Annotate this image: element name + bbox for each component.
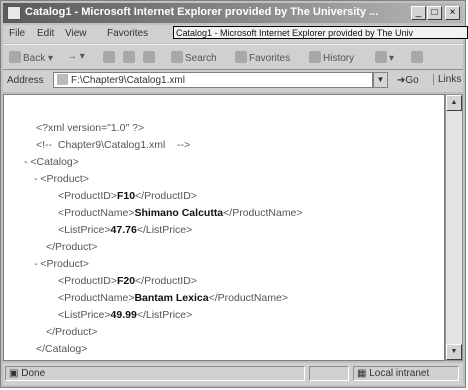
history-icon: [309, 51, 321, 63]
xml-file-icon: [57, 74, 68, 85]
scroll-up-button[interactable]: ▲: [446, 95, 462, 111]
product-name-value: Bantam Lexica: [134, 292, 209, 304]
product-name-element: <ProductName>Shimano Calcutta</ProductNa…: [58, 207, 303, 219]
print-icon: [411, 51, 423, 63]
history-button[interactable]: History: [309, 51, 354, 64]
links-button[interactable]: Links: [433, 74, 461, 85]
list-price-value: 47.76: [110, 224, 137, 236]
maximize-button[interactable]: □: [427, 6, 442, 20]
refresh-icon: [123, 51, 135, 63]
status-text-panel: ▣ Done: [5, 366, 305, 381]
xml-declaration: <?xml version="1.0" ?>: [36, 122, 145, 134]
document-view: <?xml version="1.0" ?> <!-- Chapter9\Cat…: [3, 94, 445, 361]
print-button[interactable]: [411, 51, 425, 64]
standard-toolbar: Back ▾ → ▾ Search Favorites History ▾: [3, 44, 463, 70]
back-arrow-icon: [9, 51, 21, 63]
mail-icon: [375, 51, 387, 63]
intranet-icon: ▦: [357, 368, 367, 379]
xml-comment: <!-- Chapter9\Catalog1.xml -->: [36, 139, 191, 151]
catalog-open: - <Catalog>: [24, 156, 79, 168]
menu-file[interactable]: File: [9, 28, 25, 39]
title-bar: Catalog1 - Microsoft Internet Explorer p…: [3, 3, 463, 23]
toggle-collapse[interactable]: -: [24, 156, 28, 168]
address-label: Address: [7, 75, 44, 86]
product-id-value: F20: [116, 275, 136, 287]
mail-button[interactable]: ▾: [375, 51, 394, 64]
go-button[interactable]: ➜Go: [397, 75, 419, 86]
stop-button[interactable]: [103, 51, 117, 64]
product-id-value: F10: [116, 190, 136, 202]
forward-button[interactable]: → ▾: [67, 51, 85, 62]
ie-page-icon: ▣: [9, 368, 19, 379]
list-price-element: <ListPrice>47.76</ListPrice>: [58, 224, 193, 236]
toggle-collapse[interactable]: -: [34, 173, 38, 185]
address-bar: Address F:\Chapter9\Catalog1.xml ▼ ➜Go L…: [3, 70, 463, 92]
address-dropdown-button[interactable]: ▼: [373, 72, 388, 88]
product-open: - <Product>: [34, 173, 89, 185]
address-input[interactable]: F:\Chapter9\Catalog1.xml: [53, 72, 373, 88]
product-id-element: <ProductID>F10</ProductID>: [58, 190, 197, 202]
status-bar: ▣ Done ▦ Local intranet: [3, 363, 463, 385]
product-open: - <Product>: [34, 258, 89, 270]
back-button[interactable]: Back ▾: [9, 51, 53, 64]
refresh-button[interactable]: [123, 51, 137, 64]
address-value: F:\Chapter9\Catalog1.xml: [71, 75, 185, 86]
title-tooltip: Catalog1 - Microsoft Internet Explorer p…: [173, 26, 468, 39]
close-button[interactable]: ×: [445, 6, 460, 20]
ie-page-icon: [7, 6, 21, 20]
browser-window: Catalog1 - Microsoft Internet Explorer p…: [0, 0, 468, 388]
scroll-down-button[interactable]: ▼: [446, 344, 462, 360]
vertical-scrollbar[interactable]: ▲ ▼: [445, 94, 463, 361]
product-close: </Product>: [46, 241, 98, 253]
favorites-icon: [235, 51, 247, 63]
product-name-value: Shimano Calcutta: [134, 207, 224, 219]
home-button[interactable]: [143, 51, 157, 64]
product-name-element: <ProductName>Bantam Lexica</ProductName>: [58, 292, 288, 304]
menu-favorites[interactable]: Favorites: [107, 28, 148, 39]
home-icon: [143, 51, 155, 63]
minimize-button[interactable]: _: [411, 6, 426, 20]
status-zone-panel: ▦ Local intranet: [353, 366, 459, 381]
menu-view[interactable]: View: [65, 28, 87, 39]
list-price-element: <ListPrice>49.99</ListPrice>: [58, 309, 193, 321]
product-id-element: <ProductID>F20</ProductID>: [58, 275, 197, 287]
product-close: </Product>: [46, 326, 98, 338]
list-price-value: 49.99: [110, 309, 137, 321]
favorites-button[interactable]: Favorites: [235, 51, 290, 64]
search-icon: [171, 51, 183, 63]
menu-edit[interactable]: Edit: [37, 28, 54, 39]
stop-icon: [103, 51, 115, 63]
status-progress-panel: [309, 366, 349, 381]
catalog-close: </Catalog>: [36, 343, 88, 355]
search-button[interactable]: Search: [171, 51, 217, 64]
toggle-collapse[interactable]: -: [34, 258, 38, 270]
window-title: Catalog1 - Microsoft Internet Explorer p…: [25, 6, 379, 18]
